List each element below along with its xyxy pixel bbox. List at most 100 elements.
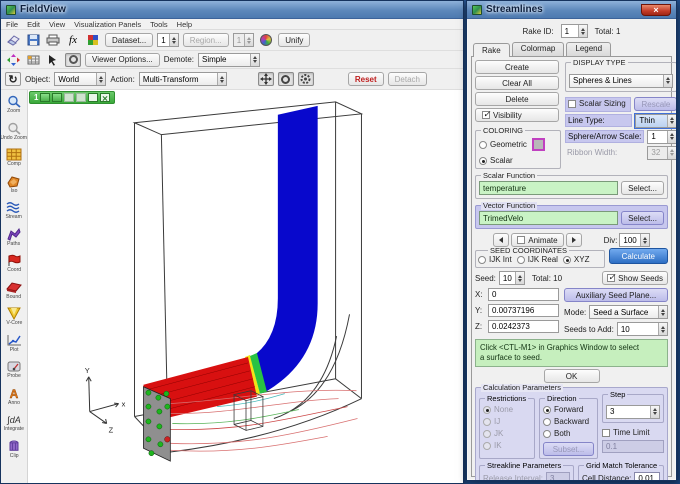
sidebar-item-iso[interactable]: Iso bbox=[1, 175, 27, 202]
function-icon[interactable]: fx bbox=[65, 33, 81, 47]
step-spinner[interactable]: 3 bbox=[606, 405, 660, 419]
sidebar-item-clip[interactable]: Clip bbox=[1, 440, 27, 467]
menu-view[interactable]: View bbox=[49, 20, 65, 29]
viewer-options-button[interactable]: Viewer Options... bbox=[85, 53, 160, 67]
print-icon[interactable] bbox=[45, 33, 61, 47]
sidebar-item-bound[interactable]: Bound bbox=[1, 281, 27, 308]
line-type-dropdown-arrows[interactable] bbox=[667, 115, 676, 127]
rotate-view-button[interactable] bbox=[278, 72, 294, 86]
div-spinner[interactable]: 100 bbox=[619, 233, 649, 247]
direction-forward-radio[interactable]: Forward bbox=[543, 405, 594, 414]
create-button[interactable]: Create bbox=[475, 60, 559, 74]
sidebar-item-anno[interactable]: AAnno bbox=[1, 387, 27, 414]
menu-edit[interactable]: Edit bbox=[27, 20, 40, 29]
mode-dropdown-arrows[interactable] bbox=[658, 306, 667, 318]
delete-button[interactable]: Delete bbox=[475, 92, 559, 106]
scalar-function-field[interactable]: temperature bbox=[479, 181, 618, 195]
sidebar-item-comp[interactable]: Comp bbox=[1, 148, 27, 175]
reset-button[interactable]: Reset bbox=[348, 72, 384, 86]
pan-colored-icon[interactable] bbox=[5, 53, 21, 67]
sidebar-item-probe[interactable]: Probe bbox=[1, 360, 27, 387]
tab-colormap[interactable]: Colormap bbox=[512, 42, 565, 56]
3d-scene[interactable]: Y x Z bbox=[28, 90, 463, 483]
animate-checkbox-button[interactable]: Animate bbox=[511, 233, 563, 247]
close-window-button[interactable]: × bbox=[641, 4, 671, 16]
demote-dropdown-arrows[interactable] bbox=[250, 54, 259, 66]
ijk-real-radio[interactable]: IJK Real bbox=[517, 255, 558, 264]
seed-spinner-arrows[interactable] bbox=[515, 272, 524, 284]
subset-button[interactable]: Subset... bbox=[543, 442, 594, 456]
dataset-close-icon[interactable] bbox=[100, 93, 110, 102]
vector-function-field[interactable]: TrimedVelo bbox=[479, 211, 618, 225]
menu-help[interactable]: Help bbox=[177, 20, 192, 29]
circle-tool-icon[interactable] bbox=[65, 53, 81, 67]
sidebar-item-vcore[interactable]: V-Core bbox=[1, 307, 27, 334]
mode-dropdown[interactable]: Seed a Surface bbox=[589, 305, 668, 319]
animate-step-back-button[interactable] bbox=[493, 233, 509, 247]
animate-checkbox[interactable]: Animate bbox=[517, 236, 557, 245]
ijk-int-radio[interactable]: IJK Int bbox=[478, 255, 512, 264]
clear-all-button[interactable]: Clear All bbox=[475, 76, 559, 90]
object-dropdown[interactable]: World bbox=[54, 72, 106, 86]
pan-view-button[interactable] bbox=[258, 72, 274, 86]
calculate-button[interactable]: Calculate bbox=[609, 248, 668, 264]
div-spinner-arrows[interactable] bbox=[640, 234, 649, 246]
line-type-dropdown[interactable]: Thin bbox=[635, 114, 677, 128]
y-field[interactable]: 0.00737196 bbox=[488, 304, 559, 317]
animate-step-forward-button[interactable] bbox=[566, 233, 582, 247]
rescale-button[interactable]: Rescale bbox=[634, 97, 677, 111]
action-dropdown[interactable]: Multi-Transform bbox=[139, 72, 227, 86]
tab-rake[interactable]: Rake bbox=[473, 43, 510, 57]
dataset-tab-number[interactable]: 1 bbox=[34, 93, 38, 102]
fieldview-titlebar[interactable]: FieldView bbox=[1, 1, 463, 19]
time-limit-checkbox[interactable]: Time Limit bbox=[602, 428, 664, 437]
sidebar-item-stream[interactable]: Stream bbox=[1, 201, 27, 228]
sidebar-item-zoom[interactable]: Zoom bbox=[1, 95, 27, 122]
scalar-function-select-button[interactable]: Select... bbox=[621, 181, 664, 195]
graphics-viewport[interactable]: 1 bbox=[28, 90, 463, 483]
seeds-to-add-arrows[interactable] bbox=[658, 323, 667, 335]
xyz-radio[interactable]: XYZ bbox=[563, 255, 590, 264]
dataset-grid-icon[interactable] bbox=[25, 53, 41, 67]
coloring-geometric-radio[interactable]: Geometric bbox=[479, 140, 527, 149]
step-spinner-arrows[interactable] bbox=[650, 406, 659, 418]
sidebar-item-paths[interactable]: Paths bbox=[1, 228, 27, 255]
vector-function-select-button[interactable]: Select... bbox=[621, 211, 664, 225]
rake-id-spinner-arrows[interactable] bbox=[578, 25, 587, 37]
coloring-scalar-radio[interactable]: Scalar bbox=[479, 156, 513, 165]
sidebar-item-integrate[interactable]: ∫dAIntegrate bbox=[1, 413, 27, 440]
sidebar-item-coord[interactable]: Coord bbox=[1, 254, 27, 281]
show-seeds-checkbox[interactable]: Show Seeds bbox=[607, 274, 663, 283]
color-wheel-icon[interactable] bbox=[258, 33, 274, 47]
visibility-checkbox[interactable]: Visibility bbox=[482, 111, 522, 120]
sphere-arrow-scale-arrows[interactable] bbox=[667, 131, 676, 143]
dataset-mesh-icon[interactable] bbox=[52, 93, 62, 102]
cursor-icon[interactable] bbox=[45, 53, 61, 67]
direction-backward-radio[interactable]: Backward bbox=[543, 417, 594, 426]
demote-dropdown[interactable]: Simple bbox=[198, 53, 260, 67]
sidebar-item-plot[interactable]: Plot bbox=[1, 334, 27, 361]
display-type-dropdown[interactable]: Spheres & Lines bbox=[569, 74, 673, 88]
dataset-window-icon[interactable] bbox=[88, 93, 98, 102]
dataset-visibility-icon[interactable] bbox=[40, 93, 50, 102]
dataset-unlink-icon[interactable] bbox=[76, 93, 86, 102]
direction-both-radio[interactable]: Both bbox=[543, 429, 594, 438]
detach-button[interactable]: Detach bbox=[388, 72, 427, 86]
sphere-arrow-scale-spinner[interactable]: 1 bbox=[647, 130, 677, 144]
eraser-button[interactable] bbox=[5, 33, 21, 47]
spin-view-button[interactable] bbox=[298, 72, 314, 86]
x-field[interactable]: 0 bbox=[488, 288, 559, 301]
menu-file[interactable]: File bbox=[6, 20, 18, 29]
region-button[interactable]: Region... bbox=[183, 33, 229, 47]
region-spinner[interactable]: 1 bbox=[233, 33, 254, 47]
geometric-color-swatch[interactable] bbox=[532, 138, 545, 151]
seed-spinner[interactable]: 10 bbox=[499, 271, 525, 285]
object-dropdown-arrows[interactable] bbox=[96, 73, 105, 85]
visibility-checkbox-button[interactable]: Visibility bbox=[475, 108, 559, 122]
auxiliary-seed-plane-button[interactable]: Auxiliary Seed Plane... bbox=[564, 288, 668, 302]
scalar-sizing-checkbox[interactable]: Scalar Sizing bbox=[568, 99, 626, 108]
action-dropdown-arrows[interactable] bbox=[217, 73, 226, 85]
cell-distance-field[interactable]: 0.01 bbox=[634, 472, 660, 481]
rotate-object-icon[interactable]: ↻ bbox=[5, 72, 21, 86]
seeds-to-add-spinner[interactable]: 10 bbox=[617, 322, 668, 336]
